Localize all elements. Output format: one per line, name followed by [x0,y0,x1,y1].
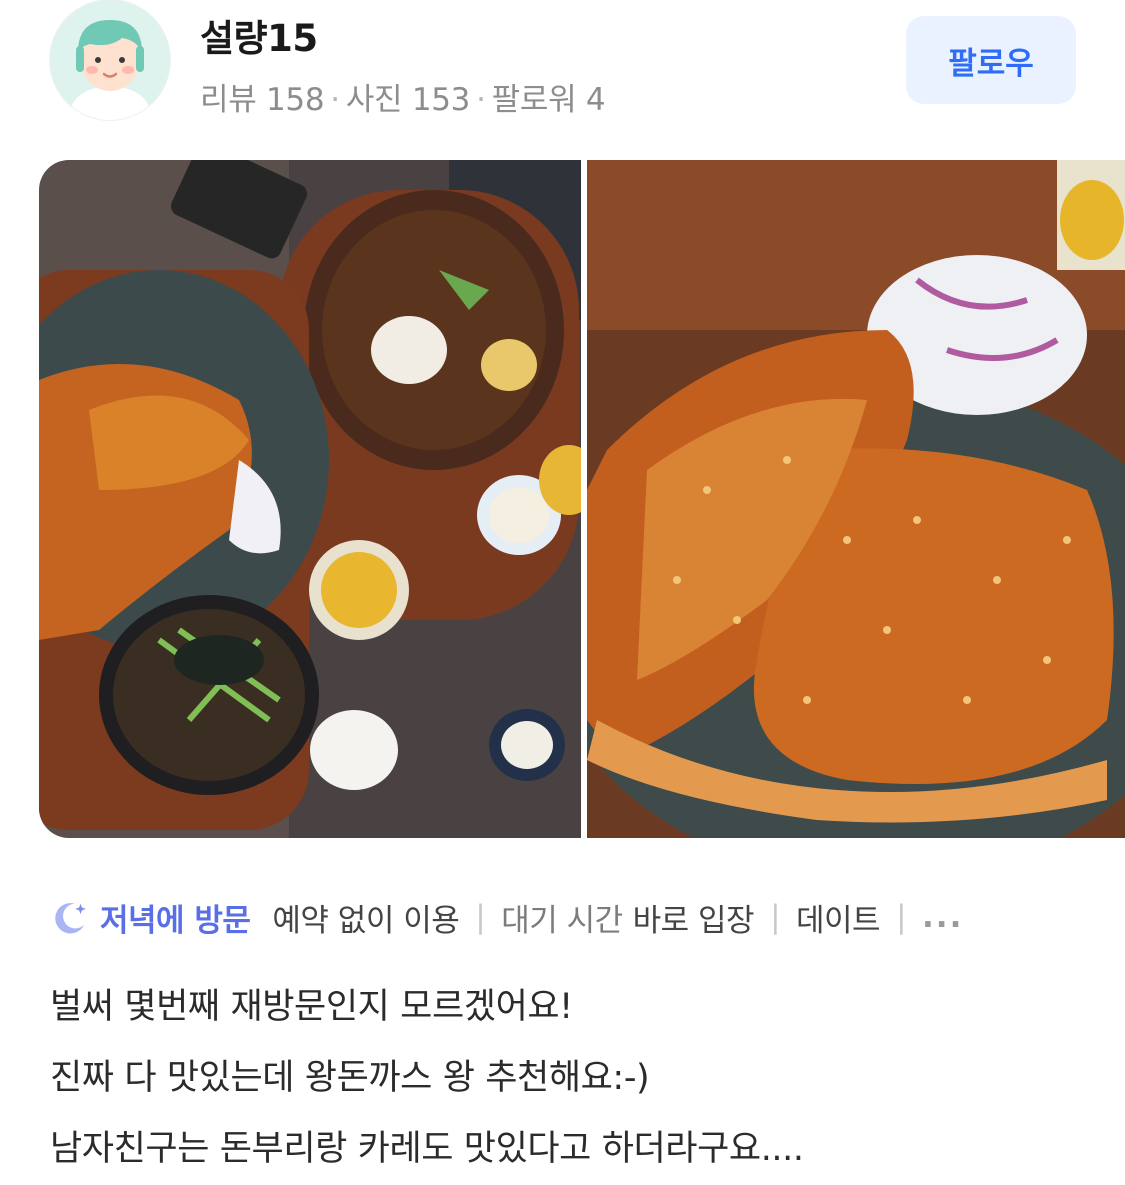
user-stats: 리뷰 158 · 사진 153 · 팔로워 4 [200,74,606,119]
reservation-tag: 예약 없이 이용 [272,902,460,939]
username[interactable]: 설량15 [200,8,318,62]
review-count: 리뷰 158 [200,82,325,118]
more-tags-button[interactable]: ... [922,899,963,935]
review-photo-1[interactable] [39,160,581,838]
review-photo-2[interactable] [587,160,1125,838]
review-line: 벌써 몇번째 재방문인지 모르겠어요! [50,987,573,1027]
photo-count: 사진 153 [345,82,471,118]
food-photo-tonkatsu-set-icon [39,160,581,838]
food-photo-tonkatsu-closeup-icon [587,160,1125,838]
tag-divider: | [896,899,907,935]
separator-dot: · [330,82,340,118]
tag-divider: | [475,899,486,935]
purpose-tag: 데이트 [796,902,881,939]
review-line: 남자친구는 돈부리랑 카레도 맛있다고 하더라구요.... [50,1129,804,1169]
tag-divider: | [770,899,781,935]
wait-time-key: 대기 시간 [501,902,623,939]
visit-time-label: 저녁에 방문 [100,902,251,939]
user-avatar[interactable] [50,0,170,120]
review-text[interactable]: 벌써 몇번째 재방문인지 모르겠어요! 진짜 다 맛있는데 왕돈까스 왕 추천해… [50,972,1110,1185]
separator-dot: · [476,82,486,118]
review-line: 진짜 다 맛있는데 왕돈까스 왕 추천해요:-) [50,1058,650,1098]
wait-time-value: 바로 입장 [632,902,755,939]
visit-info-tags: 저녁에 방문 예약 없이 이용 | 대기 시간 바로 입장 | 데이트 | ..… [52,893,963,941]
moon-star-icon [55,903,86,934]
follower-count: 팔로워 4 [491,82,606,118]
photo-gallery[interactable] [39,160,1125,838]
avatar-face-icon [50,0,170,120]
follow-button[interactable]: 팔로우 [906,16,1076,104]
